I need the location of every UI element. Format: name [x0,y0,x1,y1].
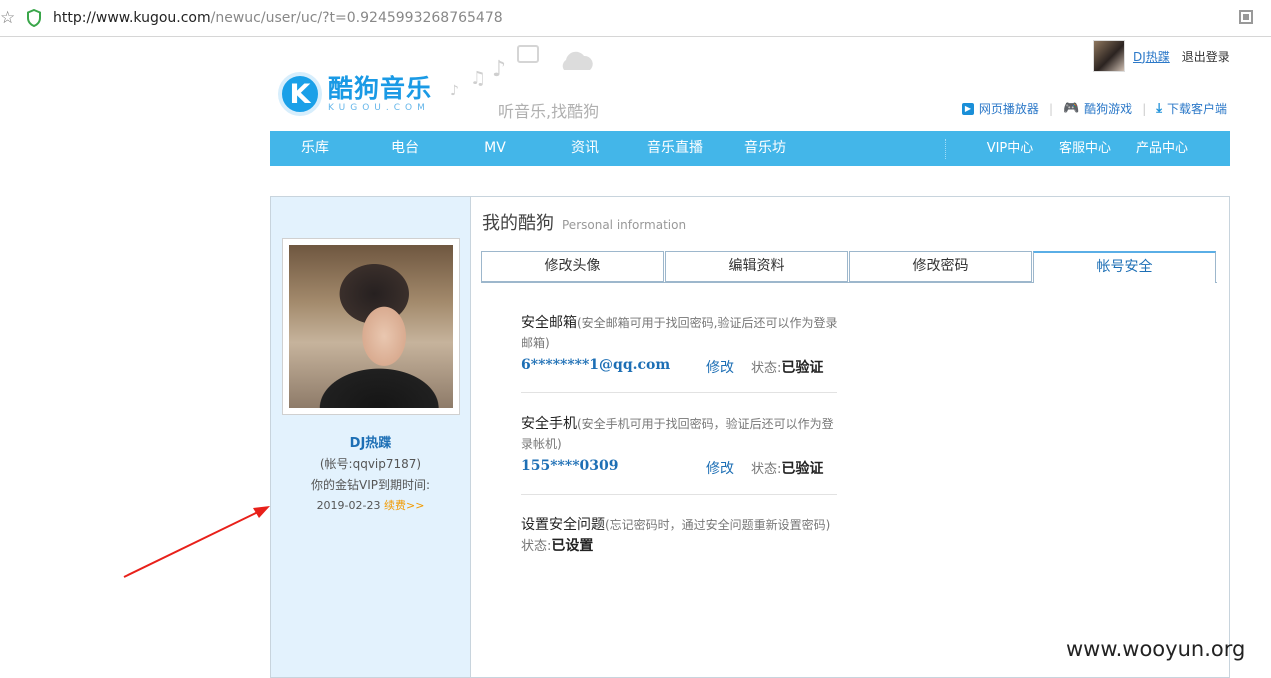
browser-address-bar: ☆ http://www.kugou.com/newuc/user/uc/?t=… [0,0,1271,37]
profile-photo[interactable] [289,245,453,408]
security-email-section: 安全邮箱(安全邮箱可用于找回密码,验证后还可以作为登录邮箱) 6********… [521,313,841,379]
play-icon: ▶ [961,102,974,115]
logo-en-text: KUGOU.COM [328,102,430,113]
tab-account-security[interactable]: 帐号安全 [1033,251,1216,283]
security-phone-status: 状态:已验证 [751,461,824,477]
svg-text:♪: ♪ [450,83,459,99]
security-question-note: (忘记密码时，通过安全问题重新设置密码) [605,518,831,532]
logo-cn-text: 酷狗音乐 [328,73,433,103]
security-question-status: 状态:已设置 [521,538,594,554]
kugou-logo[interactable]: K 酷狗音乐 KUGOU.COM [278,72,432,116]
tab-change-avatar[interactable]: 修改头像 [481,251,664,282]
tab-change-password[interactable]: 修改密码 [849,251,1032,282]
profile-sidebar: DJ热蹀 (帐号:qqvip7187) 你的金钻VIP到期时间: 2019-02… [270,196,471,678]
avatar[interactable] [1093,40,1125,72]
section-divider [521,494,837,495]
download-icon: ⤓ [1156,101,1162,116]
vip-expiry-date: 2019-02-23 [316,499,381,512]
security-email-status: 状态:已验证 [751,360,824,376]
security-phone-section: 安全手机(安全手机可用于找回密码，验证后还可以作为登录帐机) 155****03… [521,414,841,480]
svg-text:♪: ♪ [492,57,506,82]
nav-item-news[interactable]: 资讯 [550,131,620,166]
nav-divider [945,139,946,159]
security-phone-title: 安全手机 [521,416,577,432]
nav-item-music-workshop[interactable]: 音乐坊 [730,131,800,166]
web-player-link[interactable]: ▶ 网页播放器 [961,100,1039,117]
security-phone-value: 155****0309 [521,458,619,474]
nav-item-service-center[interactable]: 客服中心 [1050,131,1120,166]
security-phone-edit-link[interactable]: 修改 [706,458,734,478]
bookmark-star-icon[interactable]: ☆ [0,8,15,28]
main-panel: 我的酷狗 Personal information 修改头像 编辑资料 修改密码 … [471,196,1230,678]
tab-edit-profile[interactable]: 编辑资料 [665,251,848,282]
security-email-value: 6********1@qq.com [521,357,671,373]
section-divider [521,392,837,393]
profile-photo-frame [282,238,460,415]
profile-account: (帐号:qqvip7187) [319,457,422,471]
page-title: 我的酷狗 Personal information [482,213,687,234]
watermark: www.wooyun.org [1066,637,1246,661]
user-panel: DJ热蹀 退出登录 [1093,40,1230,72]
nav-item-radio[interactable]: 电台 [370,131,440,166]
nav-item-mv[interactable]: MV [460,131,530,166]
gamepad-icon: 🎮 [1062,101,1080,116]
page-title-en: Personal information [562,218,687,232]
red-arrow-annotation [123,506,270,578]
kugou-games-link[interactable]: 🎮 酷狗游戏 [1063,100,1132,117]
nav-item-live[interactable]: 音乐直播 [640,131,710,166]
vip-expiry-row: 2019-02-23 续费>> [271,497,470,513]
music-decoration-icon: ♪ ♫ ♪ [450,45,593,99]
nav-item-vip-center[interactable]: VIP中心 [975,131,1045,166]
security-question-section: 设置安全问题(忘记密码时，通过安全问题重新设置密码) 状态:已设置 [521,515,851,557]
profile-name: DJ热蹀 [349,436,392,451]
security-email-title: 安全邮箱 [521,315,577,331]
renew-link[interactable]: 续费>> [384,499,424,512]
security-question-title[interactable]: 设置安全问题 [521,517,605,533]
url-path: /newuc/user/uc/?t=0.9245993268765478 [210,10,503,26]
nav-item-library[interactable]: 乐库 [280,131,350,166]
download-client-link[interactable]: ⤓ 下载客户端 [1156,100,1227,117]
slogan: 听音乐,找酷狗 [498,102,600,121]
url-field[interactable]: http://www.kugou.com/newuc/user/uc/?t=0.… [53,10,503,26]
svg-text:♫: ♫ [470,68,486,89]
vip-expiry-label: 你的金钻VIP到期时间: [310,478,431,492]
security-shield-icon [27,9,41,27]
logo-k-icon: K [278,72,322,116]
main-nav: 乐库 电台 MV 资讯 音乐直播 音乐坊 VIP中心 客服中心 产品中心 [270,131,1230,166]
logout-link[interactable]: 退出登录 [1182,48,1230,65]
header-links: ▶ 网页播放器 | 🎮 酷狗游戏 | ⤓ 下载客户端 [961,100,1227,117]
qr-code-icon[interactable] [1239,10,1253,24]
security-email-edit-link[interactable]: 修改 [706,357,734,377]
url-host: http://www.kugou.com [53,10,211,26]
username-link[interactable]: DJ热蹀 [1133,48,1170,65]
nav-item-product-center[interactable]: 产品中心 [1127,131,1197,166]
